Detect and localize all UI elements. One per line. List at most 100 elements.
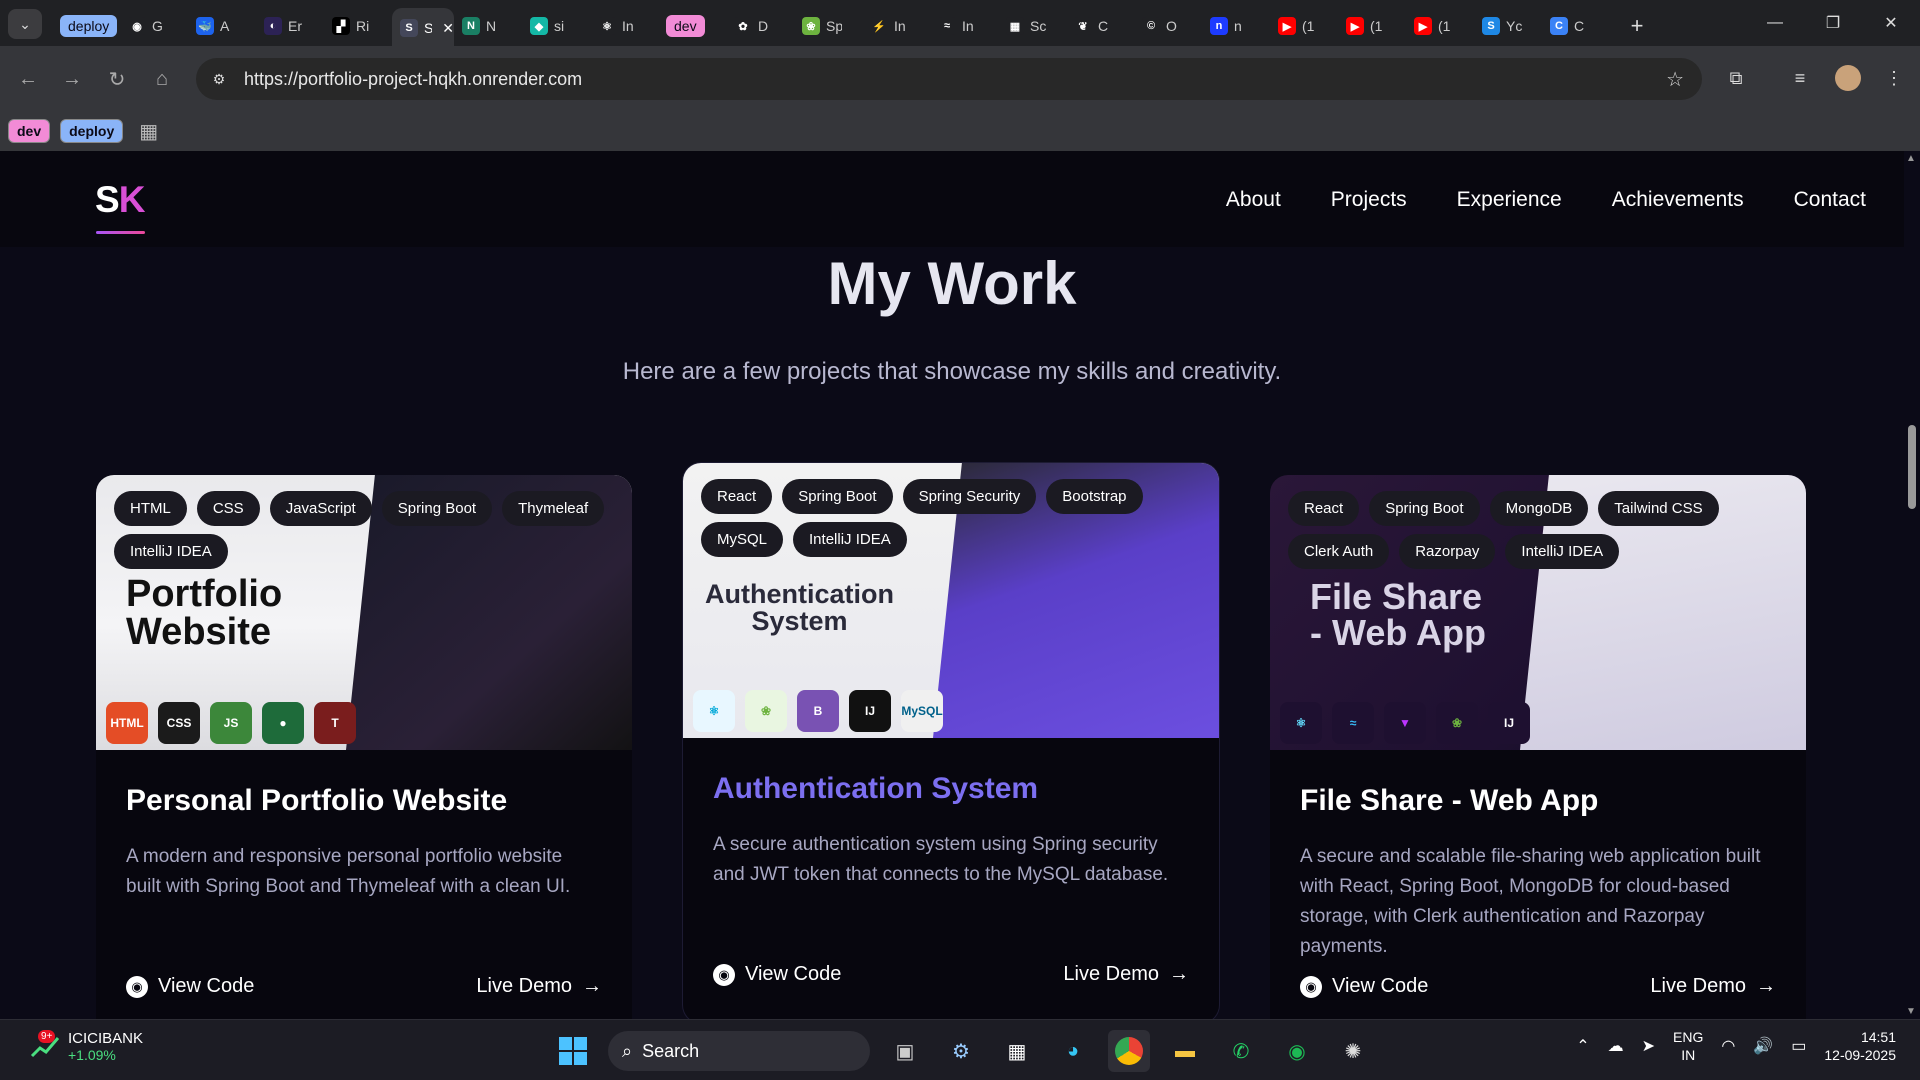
github-icon: ◉ [126, 975, 148, 998]
tab-group-deploy[interactable]: deploy [52, 8, 120, 44]
live-demo-link[interactable]: Live Demo → [476, 975, 602, 998]
taskbar-search[interactable]: ⌕ Search [608, 1031, 870, 1071]
tech-logo-icon: T [314, 702, 356, 744]
tab-1[interactable]: ◉ G [120, 8, 188, 44]
scroll-thumb[interactable] [1908, 425, 1916, 509]
media-controls-icon[interactable]: ≡ [1782, 60, 1818, 96]
menu-icon[interactable]: ⋮ [1876, 60, 1912, 96]
tab-5[interactable]: S Sa ✕ [392, 8, 454, 48]
extensions-icon[interactable]: ⧉ [1718, 60, 1754, 96]
spring-icon: ❀ [802, 17, 820, 35]
chrome-icon[interactable] [1108, 1030, 1150, 1072]
browser-chrome: ⌄ deploy◉G🐳A◐Er▞RiSSa✕NN◆si⚛Indev✿D❀Sp⚡I… [0, 0, 1920, 151]
edge-icon[interactable]: ◕ [1052, 1030, 1094, 1072]
tab-7[interactable]: ◆ si [522, 8, 590, 44]
whatsapp-icon[interactable]: ✆ [1220, 1030, 1262, 1072]
page-scrollbar[interactable]: ▲ ▼ [1904, 151, 1920, 1019]
logo-underline [96, 231, 145, 234]
home-button[interactable]: ⌂ [148, 65, 176, 93]
task-view-icon[interactable]: ▣ [884, 1030, 926, 1072]
tab-group-dev[interactable]: dev [658, 8, 726, 44]
close-window-button[interactable]: ✕ [1862, 0, 1920, 46]
volume-icon[interactable]: 🔊 [1753, 1036, 1773, 1056]
stock-widget[interactable]: 9+ ICICIBANK +1.09% [30, 1029, 143, 1063]
tab-21[interactable]: S Yc [1474, 8, 1542, 44]
profile-avatar[interactable] [1830, 60, 1866, 96]
windows-start-icon[interactable] [552, 1030, 594, 1072]
tab-12[interactable]: ⚡ In [862, 8, 930, 44]
onedrive-icon[interactable]: ☁ [1608, 1036, 1624, 1056]
scroll-up-arrow[interactable]: ▲ [1906, 153, 1916, 164]
url-text[interactable]: https://portfolio-project-hqkh.onrender.… [244, 69, 582, 90]
tab-22[interactable]: CC [1542, 8, 1610, 44]
tab-4[interactable]: ▞ Ri [324, 8, 392, 44]
github-icon: ◉ [1300, 975, 1322, 998]
nav-about[interactable]: About [1226, 188, 1281, 212]
bookmark-deploy[interactable]: deploy [60, 119, 124, 143]
live-demo-link[interactable]: Live Demo → [1650, 975, 1776, 998]
battery-icon[interactable]: ▭ [1791, 1036, 1806, 1056]
scroll-down-arrow[interactable]: ▼ [1906, 1006, 1916, 1017]
clock[interactable]: 14:51 12-09-2025 [1824, 1028, 1896, 1064]
wifi-icon[interactable]: ◠ [1721, 1036, 1735, 1056]
back-button[interactable]: ← [14, 65, 42, 93]
tab-16[interactable]: © O [1134, 8, 1202, 44]
file-explorer-icon[interactable]: ▬ [1164, 1030, 1206, 1072]
project-card-auth: React Spring Boot Spring Security Bootstrap… [683, 463, 1219, 1019]
tab-15[interactable]: ❦ C [1066, 8, 1134, 44]
site-logo[interactable]: SK [95, 179, 145, 221]
forward-button[interactable]: → [58, 65, 86, 93]
reload-button[interactable]: ↻ [103, 65, 131, 93]
view-code-link[interactable]: ◉ View Code [713, 963, 841, 986]
tab-3[interactable]: ◐ Er [256, 8, 324, 44]
tab-group-label[interactable]: dev [666, 15, 705, 37]
project-card-fileshare: React Spring Boot MongoDB Tailwind CSS Clerk… [1270, 475, 1806, 1019]
project-title[interactable]: File Share - Web App [1300, 784, 1776, 818]
project-title[interactable]: Personal Portfolio Website [126, 784, 602, 818]
site-info-icon[interactable]: ⚙ [204, 64, 234, 94]
project-description: A modern and responsive personal portfol… [126, 846, 571, 897]
view-code-link[interactable]: ◉ View Code [1300, 975, 1428, 998]
tab-group-label[interactable]: deploy [60, 15, 118, 37]
tab-18[interactable]: ▶ (1 [1270, 8, 1338, 44]
nav-experience[interactable]: Experience [1457, 188, 1562, 212]
tab-20[interactable]: ▶ (1 [1406, 8, 1474, 44]
view-code-link[interactable]: ◉ View Code [126, 975, 254, 998]
stock-badge: 9+ [38, 1029, 56, 1043]
tab-2[interactable]: 🐳 A [188, 8, 256, 44]
new-tab-button[interactable]: + [1622, 13, 1652, 39]
minimize-button[interactable]: — [1746, 0, 1804, 46]
tab-17[interactable]: nn [1202, 8, 1270, 44]
tab-title: Er [288, 18, 302, 34]
nav-contact[interactable]: Contact [1794, 188, 1866, 212]
tech-tags: HTML CSS JavaScript Spring Boot Thymeleaf Int… [114, 491, 614, 569]
apps-grid-icon[interactable]: ▦ [139, 119, 158, 144]
tab-11[interactable]: ❀ Sp [794, 8, 862, 44]
address-bar[interactable]: ⚙ https://portfolio-project-hqkh.onrende… [196, 58, 1702, 100]
tab-8[interactable]: ⚛ In [590, 8, 658, 44]
bookmark-dev[interactable]: dev [8, 119, 51, 143]
tab-search-button[interactable]: ⌄ [8, 9, 42, 39]
tab-title: G [152, 18, 163, 34]
tab-6[interactable]: NN [454, 8, 522, 44]
store-icon[interactable]: ▦ [996, 1030, 1038, 1072]
bookmark-star-icon[interactable]: ☆ [1666, 67, 1684, 92]
settings-icon[interactable]: ⚙ [940, 1030, 982, 1072]
tray-chevron-icon[interactable]: ⌃ [1576, 1036, 1589, 1056]
tab-10[interactable]: ✿ D [726, 8, 794, 44]
live-demo-link[interactable]: Live Demo → [1063, 963, 1189, 986]
close-tab-icon[interactable]: ✕ [442, 20, 454, 37]
tech-logo-icon: IJ [1488, 702, 1530, 744]
project-title[interactable]: Authentication System [713, 772, 1189, 806]
spotify-icon[interactable]: ◉ [1276, 1030, 1318, 1072]
language-indicator[interactable]: ENG IN [1673, 1028, 1703, 1064]
tab-14[interactable]: ▦ Sc [998, 8, 1066, 44]
tab-19[interactable]: ▶ (1 [1338, 8, 1406, 44]
project-actions: ◉ View Code Live Demo → [1300, 975, 1776, 998]
chatgpt-icon[interactable]: ✺ [1332, 1030, 1374, 1072]
location-icon[interactable]: ➤ [1642, 1036, 1655, 1056]
nav-projects[interactable]: Projects [1331, 188, 1407, 212]
nav-achievements[interactable]: Achievements [1612, 188, 1744, 212]
tab-13[interactable]: ≈ In [930, 8, 998, 44]
restore-button[interactable]: ❐ [1804, 0, 1862, 46]
